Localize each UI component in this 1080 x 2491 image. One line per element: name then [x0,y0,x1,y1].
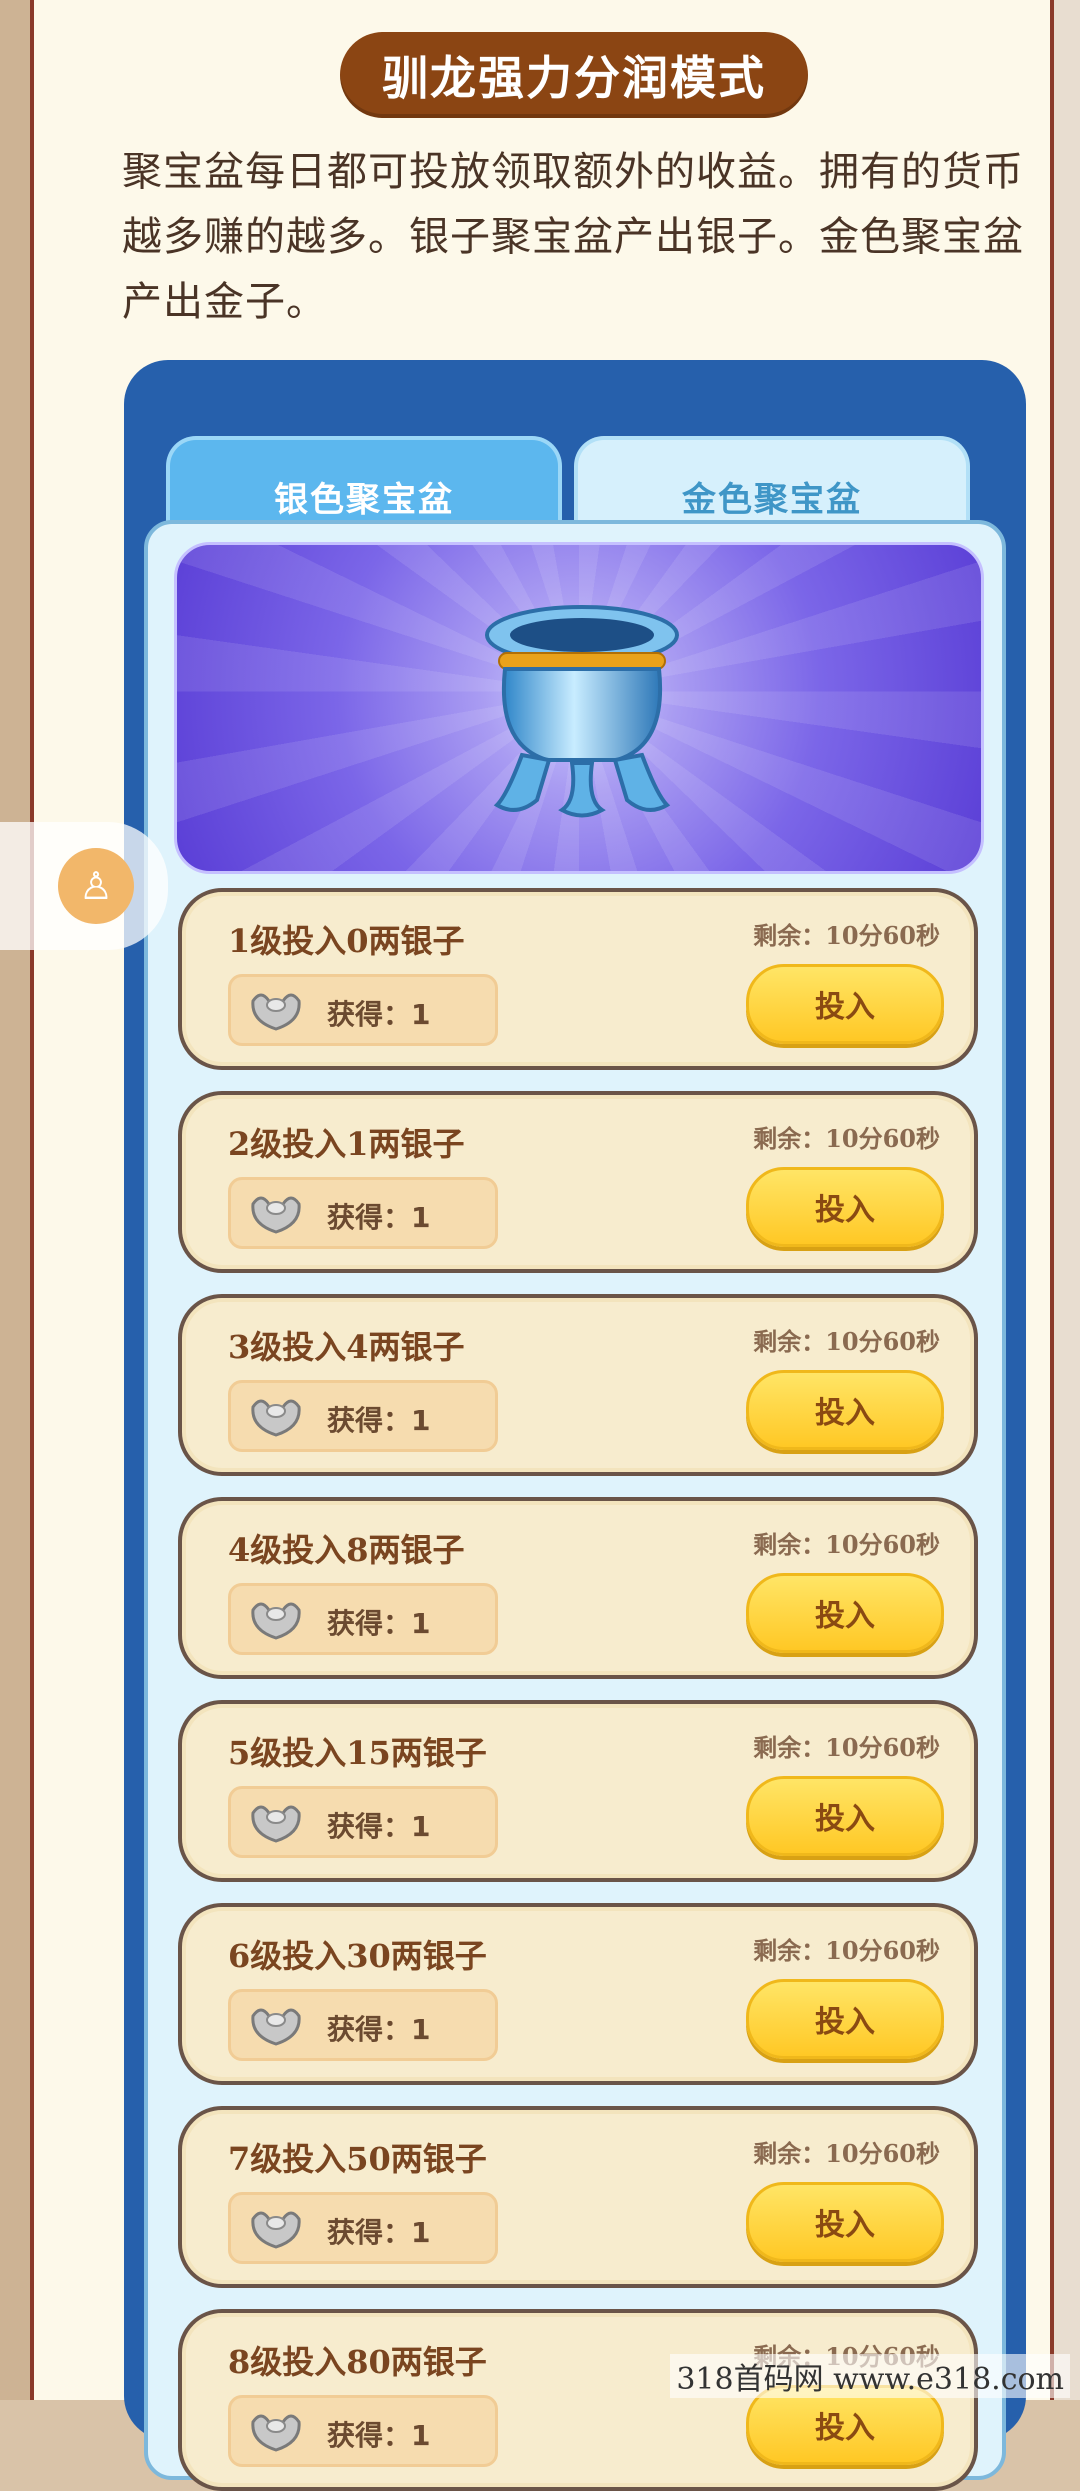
cauldron-banner [174,542,984,874]
remaining-time: 剩余：10分60秒 [753,1936,940,1965]
gain-text: 获得：1 [327,2013,431,2046]
silver-ingot-icon [251,2008,301,2046]
level-label: 2级投入1两银子 [228,1125,465,1163]
gain-text: 获得：1 [327,1201,431,1234]
silver-ingot-icon [251,1196,301,1234]
level-row: 3级投入4两银子 剩余：10分60秒 获得：1 投入 [178,1294,978,1476]
content-paper: 驯龙强力分润模式 聚宝盆每日都可投放领取额外的收益。拥有的货币越多赚的越多。银子… [0,0,1050,2491]
level-row: 1级投入0两银子 剩余：10分60秒 获得：1 投入 [178,888,978,1070]
page-title: 驯龙强力分润模式 [340,32,808,118]
level-label: 6级投入30两银子 [228,1937,487,1975]
gain-box: 获得：1 [228,1583,498,1655]
gain-text: 获得：1 [327,1810,431,1843]
mode-description: 聚宝盆每日都可投放领取额外的收益。拥有的货币越多赚的越多。银子聚宝盆产出银子。金… [122,149,1024,325]
gain-box: 获得：1 [228,1380,498,1452]
level-row: 6级投入30两银子 剩余：10分60秒 获得：1 投入 [178,1903,978,2085]
remaining-time: 剩余：10分60秒 [753,1327,940,1356]
remaining-time: 剩余：10分60秒 [753,2139,940,2168]
level-label: 7级投入50两银子 [228,2140,487,2178]
silver-cauldron-icon [485,605,679,818]
remaining-time: 剩余：10分60秒 [753,1124,940,1153]
gain-text: 获得：1 [327,2419,431,2452]
gain-box: 获得：1 [228,1177,498,1249]
gain-text: 获得：1 [327,1404,431,1437]
gain-box: 获得：1 [228,974,498,1046]
gain-box: 获得：1 [228,1786,498,1858]
silver-ingot-icon [251,1602,301,1640]
level-label: 8级投入80两银子 [228,2343,487,2381]
gain-box: 获得：1 [228,1989,498,2061]
cauldron-panel: 银色聚宝盆 金色聚宝盆 1级投入0两银子 剩余：10分60秒 获得：1 投入 2… [124,360,1026,2491]
left-frame [0,0,34,2400]
invest-button[interactable]: 投入 [746,964,944,1044]
silver-ingot-icon [251,2414,301,2452]
silver-ingot-icon [251,1399,301,1437]
level-label: 5级投入15两银子 [228,1734,487,1772]
invest-button[interactable]: 投入 [746,1167,944,1247]
gain-text: 获得：1 [327,2216,431,2249]
gain-box: 获得：1 [228,2192,498,2264]
gain-text: 获得：1 [327,998,431,1031]
watermark: 318首码网 www.e318.com [670,2354,1070,2398]
remaining-time: 剩余：10分60秒 [753,1733,940,1762]
invest-button[interactable]: 投入 [746,1776,944,1856]
remaining-time: 剩余：10分60秒 [753,921,940,950]
invest-button[interactable]: 投入 [746,1979,944,2059]
silver-ingot-icon [251,993,301,1031]
gain-text: 获得：1 [327,1607,431,1640]
floating-assist-button[interactable]: ♙ [0,822,168,950]
remaining-time: 剩余：10分60秒 [753,1530,940,1559]
invest-button[interactable]: 投入 [746,1370,944,1450]
silver-ingot-icon [251,1805,301,1843]
level-row: 5级投入15两银子 剩余：10分60秒 获得：1 投入 [178,1700,978,1882]
level-row: 7级投入50两银子 剩余：10分60秒 获得：1 投入 [178,2106,978,2288]
level-label: 4级投入8两银子 [228,1531,465,1569]
level-row: 4级投入8两银子 剩余：10分60秒 获得：1 投入 [178,1497,978,1679]
silver-ingot-icon [251,2211,301,2249]
level-row: 8级投入80两银子 剩余：10分60秒 获得：1 投入 [178,2309,978,2491]
cauldron-list-container: 1级投入0两银子 剩余：10分60秒 获得：1 投入 2级投入1两银子 剩余：1… [144,520,1006,2491]
level-label: 1级投入0两银子 [228,922,465,960]
level-row: 2级投入1两银子 剩余：10分60秒 获得：1 投入 [178,1091,978,1273]
invest-button[interactable]: 投入 [746,2182,944,2262]
right-frame [1050,0,1080,2400]
accessibility-icon: ♙ [58,848,134,924]
gain-box: 获得：1 [228,2395,498,2467]
invest-button[interactable]: 投入 [746,1573,944,1653]
level-label: 3级投入4两银子 [228,1328,465,1366]
